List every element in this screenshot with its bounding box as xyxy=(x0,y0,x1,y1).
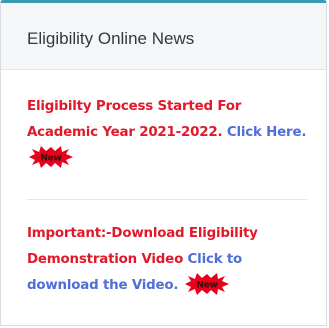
new-starburst-icon: New xyxy=(29,146,73,168)
new-badge-label: New xyxy=(196,281,217,291)
news-item-1-link[interactable]: Click Here. xyxy=(227,125,307,140)
new-badge-label: New xyxy=(40,154,61,164)
panel-heading: Eligibility Online News xyxy=(1,3,326,70)
news-item-2: Important:-Download Eligibility Demonstr… xyxy=(27,221,309,299)
news-item-1-text: Eligibilty Process Started For Academic … xyxy=(27,99,242,140)
panel-title: Eligibility Online News xyxy=(27,29,195,48)
eligibility-news-panel: Eligibility Online News Eligibilty Proce… xyxy=(0,0,327,326)
new-starburst-icon: New xyxy=(184,273,229,295)
news-item-1: Eligibilty Process Started For Academic … xyxy=(27,94,309,172)
news-divider xyxy=(27,199,307,200)
